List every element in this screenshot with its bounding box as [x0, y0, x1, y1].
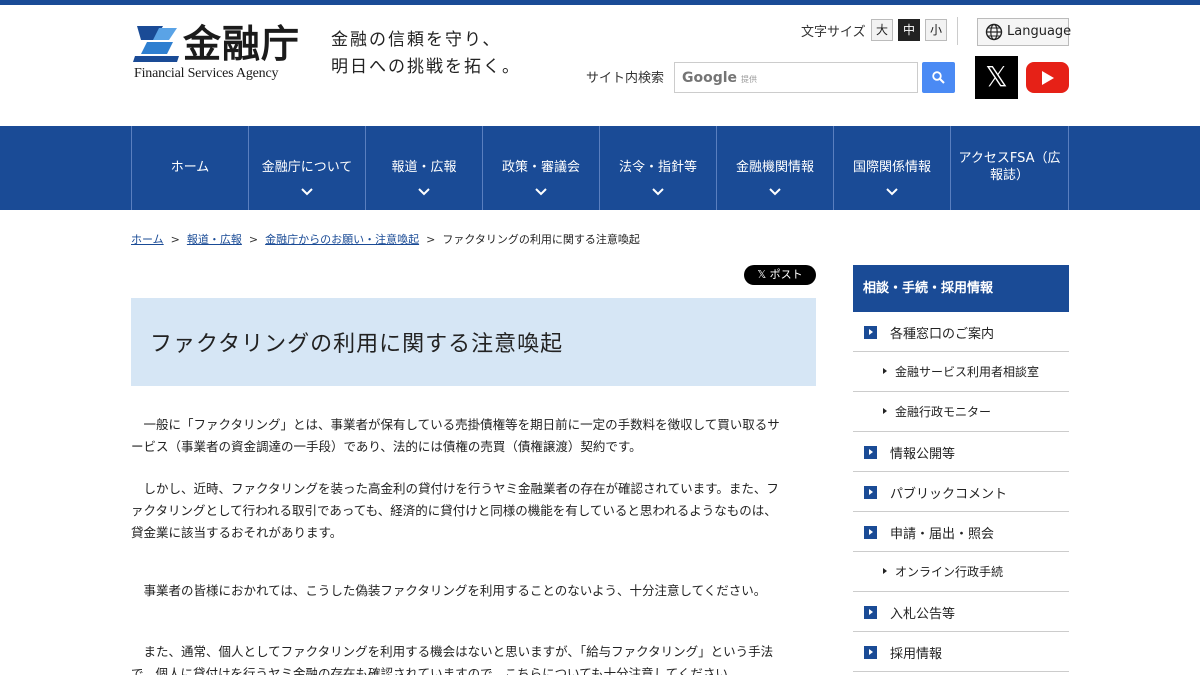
- search-label: サイト内検索: [586, 71, 665, 86]
- slogan: 金融の信頼を守り、 明日への挑戦を拓く。: [331, 27, 521, 81]
- breadcrumb: ホーム > 報道・広報 > 金融庁からのお願い・注意喚起 > ファクタリングの利用に関する注…: [131, 233, 640, 246]
- header-divider: [957, 17, 958, 45]
- nav-label: 金融機関情報: [735, 160, 814, 175]
- square-arrow-icon: [864, 326, 877, 339]
- triangle-bullet-icon: [883, 368, 887, 374]
- font-size-small-button[interactable]: 小: [925, 19, 947, 41]
- slogan-line-1: 金融の信頼を守り、: [331, 30, 502, 50]
- sidebar-item-contacts[interactable]: 各種窓口のご案内: [853, 312, 1069, 352]
- global-nav: ホーム 金融庁について 報道・広報 政策・審議会 法令・指針等 金融機関情報 国…: [0, 126, 1200, 210]
- sidebar-item-bids[interactable]: 入札公告等: [853, 592, 1069, 632]
- font-size-medium-button[interactable]: 中: [898, 19, 920, 41]
- triangle-bullet-icon: [883, 408, 887, 414]
- search-button[interactable]: [922, 62, 955, 93]
- slogan-line-2: 明日への挑戦を拓く。: [331, 57, 521, 77]
- x-post-button[interactable]: 𝕏 ポスト: [744, 265, 816, 285]
- sidebar-item-disclosure[interactable]: 情報公開等: [853, 432, 1069, 472]
- paragraph-2: しかし、近時、ファクタリングを装った高金利の貸付けを行うヤミ金融業者の存在が確認…: [131, 481, 779, 540]
- breadcrumb-link-notices[interactable]: 金融庁からのお願い・注意喚起: [265, 233, 419, 246]
- youtube-icon[interactable]: [1026, 62, 1069, 93]
- chevron-down-icon: [301, 188, 313, 196]
- chevron-down-icon: [418, 188, 430, 196]
- font-size-label: 文字サイズ: [801, 25, 866, 40]
- nav-item-access-fsa[interactable]: アクセスFSA（広 報誌）: [950, 126, 1069, 210]
- search-input[interactable]: Google 提供: [674, 62, 918, 93]
- square-arrow-icon: [864, 646, 877, 659]
- sidebar-item-applications[interactable]: 申請・届出・照会: [853, 512, 1069, 552]
- chevron-down-icon: [886, 188, 898, 196]
- nav-label: アクセスFSA（広 報誌）: [958, 151, 1061, 183]
- paragraph-4: また、通常、個人としてファクタリングを利用する機会はないと思いますが、「給与ファ…: [131, 644, 774, 675]
- top-accent-bar: [0, 0, 1200, 5]
- nav-item-laws[interactable]: 法令・指針等: [599, 126, 716, 210]
- paragraph-1: 一般に「ファクタリング」とは、事業者が保有している売掛債権等を期日前に一定の手数…: [131, 417, 780, 454]
- sidebar-item-consumer-office[interactable]: 金融サービス利用者相談室: [853, 352, 1069, 392]
- sidebar-item-recruitment[interactable]: 採用情報: [853, 632, 1069, 672]
- nav-item-home[interactable]: ホーム: [131, 126, 248, 210]
- paragraph-3: 事業者の皆様におかれては、こうした偽装ファクタリングを利用することのないよう、十…: [131, 583, 767, 598]
- breadcrumb-link-press[interactable]: 報道・広報: [187, 233, 242, 246]
- nav-label: 政策・審議会: [501, 160, 580, 175]
- search-icon: [932, 71, 945, 84]
- x-logo-icon[interactable]: 𝕏: [975, 56, 1018, 99]
- square-arrow-icon: [864, 606, 877, 619]
- search-placeholder: Google 提供: [682, 70, 758, 86]
- nav-item-policy[interactable]: 政策・審議会: [482, 126, 599, 210]
- sidebar-item-online-procedures[interactable]: オンライン行政手続: [853, 552, 1069, 592]
- chevron-down-icon: [769, 188, 781, 196]
- nav-label: ホーム: [170, 160, 210, 175]
- breadcrumb-link-home[interactable]: ホーム: [131, 233, 164, 246]
- logo-en-text: Financial Services Agency: [134, 66, 279, 81]
- nav-label: 金融庁について: [261, 160, 353, 175]
- chevron-down-icon: [652, 188, 664, 196]
- page-title-box: ファクタリングの利用に関する注意喚起: [131, 298, 816, 386]
- square-arrow-icon: [864, 486, 877, 499]
- page-title: ファクタリングの利用に関する注意喚起: [150, 332, 564, 357]
- sidebar-heading: 相談・手続・採用情報: [853, 265, 1069, 312]
- breadcrumb-current: ファクタリングの利用に関する注意喚起: [442, 233, 640, 246]
- sidebar-item-public-comment[interactable]: パブリックコメント: [853, 472, 1069, 512]
- nav-item-institutions[interactable]: 金融機関情報: [716, 126, 833, 210]
- logo-jp-text: 金融庁: [183, 21, 301, 66]
- triangle-bullet-icon: [883, 568, 887, 574]
- square-arrow-icon: [864, 446, 877, 459]
- chevron-down-icon: [535, 188, 547, 196]
- nav-label: 国際関係情報: [852, 160, 931, 175]
- site-logo[interactable]: 金融庁 Financial Services Agency: [133, 20, 313, 84]
- logo-mark-icon: [133, 26, 179, 62]
- globe-icon: [985, 23, 1003, 41]
- nav-item-about[interactable]: 金融庁について: [248, 126, 365, 210]
- sidebar-item-monitor[interactable]: 金融行政モニター: [853, 392, 1069, 432]
- nav-label: 法令・指針等: [618, 160, 697, 175]
- language-button[interactable]: Language: [977, 18, 1072, 46]
- nav-item-press[interactable]: 報道・広報: [365, 126, 482, 210]
- font-size-large-button[interactable]: 大: [871, 19, 893, 41]
- nav-label: 報道・広報: [391, 160, 457, 175]
- nav-item-international[interactable]: 国際関係情報: [833, 126, 950, 210]
- language-label: Language: [1007, 24, 1072, 39]
- square-arrow-icon: [864, 526, 877, 539]
